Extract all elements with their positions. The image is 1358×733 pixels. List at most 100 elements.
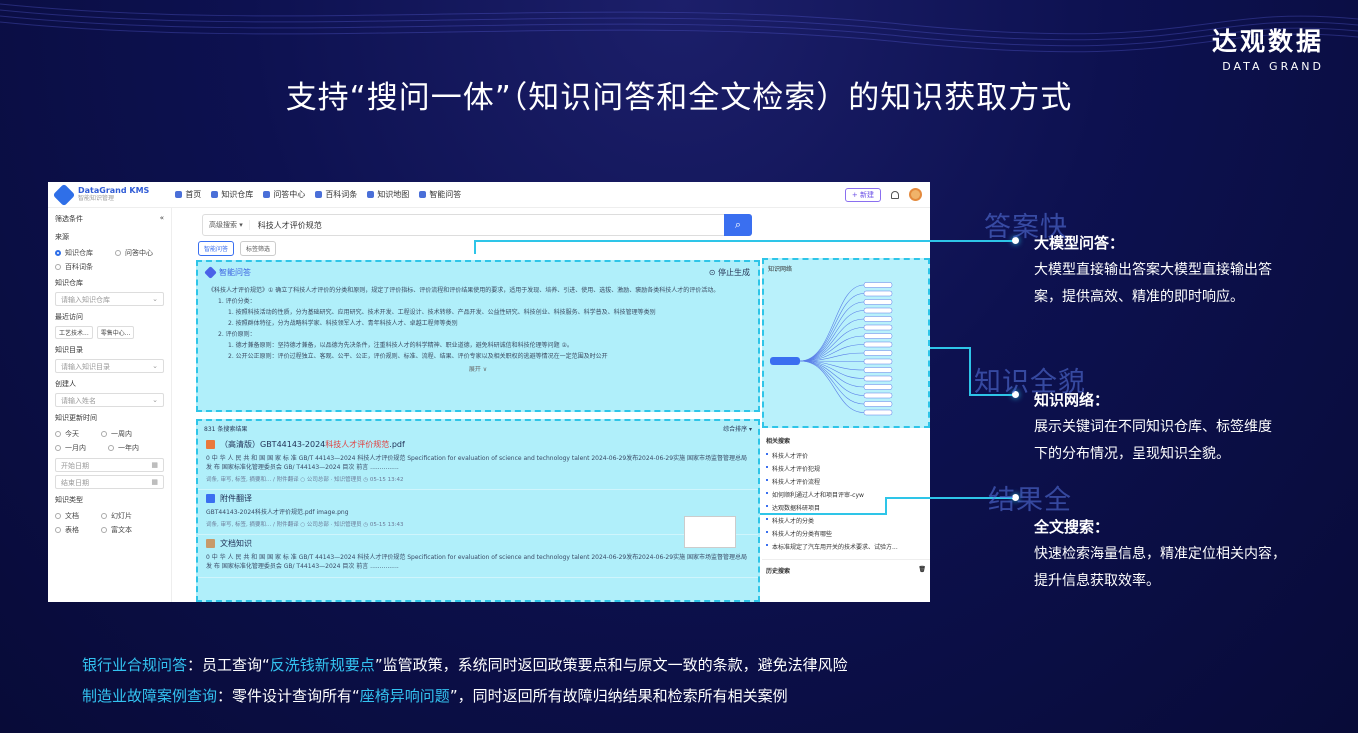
filter-sidebar: 筛选条件 « 来源 知识仓库 问答中心 百科词条 知识仓库 请输入知识仓库 ⌄ 最近…: [48, 208, 172, 602]
related-item[interactable]: 科技人才评价流程: [766, 477, 926, 486]
type-slide[interactable]: 幻灯片: [101, 511, 132, 521]
type-doc[interactable]: 文档: [55, 511, 79, 521]
avatar[interactable]: [909, 188, 922, 201]
connector-line: [885, 497, 887, 515]
knowledge-graph[interactable]: [764, 277, 928, 425]
connector-line: [969, 347, 971, 395]
time-radio-month[interactable]: 一月内: [55, 443, 86, 453]
source-radio-wiki[interactable]: 百科词条: [55, 262, 164, 272]
related-item[interactable]: 科技人才评价: [766, 451, 926, 460]
source-label: 来源: [55, 233, 69, 241]
repo-select[interactable]: 请输入知识仓库 ⌄: [55, 292, 164, 306]
attachment-thumbnail[interactable]: [684, 516, 736, 548]
search-bar[interactable]: 高级搜索 ▾ 科技人才评价规范 ⌕: [202, 214, 752, 236]
end-date-input[interactable]: 结束日期 ▦: [55, 475, 164, 489]
graph-node: [863, 375, 893, 382]
graph-node: [863, 290, 893, 297]
feature-desc: 展示关键词在不同知识仓库、标签维度 下的分布情况，呈现知识全貌。: [1034, 419, 1272, 462]
result-item[interactable]: （高清版）GBT44143-2024 科技人才评价规范 .pdf 0 中 华 人 民…: [198, 436, 758, 490]
qa-p1b: 2. 按照群体特征，分为战略科学家、科技领军人才、青年科技人才、卓越工程师等类别: [228, 320, 458, 327]
connector-line: [930, 347, 970, 349]
stop-generate-button[interactable]: ⊙ 停止生成: [709, 267, 750, 278]
bell-icon[interactable]: [891, 190, 899, 199]
graph-node: [863, 358, 893, 365]
time-radio-today[interactable]: 今天: [55, 429, 79, 439]
related-item[interactable]: 科技人才的分类有哪些: [766, 529, 926, 538]
knowledge-graph-panel: 知识网络: [762, 258, 930, 428]
nav-home[interactable]: 首页: [175, 189, 201, 200]
app-logo[interactable]: DataGrand KMS 智能知识管理: [78, 186, 149, 203]
dir-select[interactable]: 请输入知识目录 ⌄: [55, 359, 164, 373]
graph-node: [863, 299, 893, 305]
graph-edge: [799, 360, 865, 396]
result-item[interactable]: 文档知识 0 中 华 人 民 共 和 国 国 家 标 准 GB/T 44143—…: [198, 535, 758, 578]
attachment-icon: [206, 494, 215, 503]
creator-select[interactable]: 请输入姓名 ⌄: [55, 393, 164, 407]
result-item[interactable]: 附件翻译 GBT44143-2024科技人才评价规范.pdf image.png…: [198, 490, 758, 535]
history-title: 历史搜索: [766, 568, 791, 575]
doc-icon: [206, 539, 215, 548]
recent-chip[interactable]: 零售中心...: [96, 326, 135, 339]
source-radio-repo[interactable]: 知识仓库: [55, 248, 93, 258]
graph-node: [863, 341, 893, 348]
graph-node: [863, 282, 893, 288]
tab-tag-filter[interactable]: 标签筛选: [240, 241, 277, 256]
recent-chip[interactable]: 工艺技术...: [55, 326, 93, 339]
result-count: 831 条搜索结果: [204, 426, 248, 433]
time-radio-year[interactable]: 一年内: [108, 443, 139, 453]
sort-dropdown[interactable]: 综合排序 ▾: [723, 424, 752, 433]
nav-qa-center[interactable]: 问答中心: [263, 189, 305, 200]
qa-p2a: 1. 德才兼备原则：坚持德才兼备，以品德为先决条件，注重科技人才的科学精神、职业…: [228, 342, 573, 349]
graph-node: [863, 409, 893, 416]
creator-label: 创建人: [55, 380, 76, 388]
related-title: 相关搜索: [766, 438, 791, 445]
type-label: 知识类型: [55, 496, 83, 504]
connector-line: [474, 240, 1016, 242]
search-input[interactable]: 科技人才评价规范: [250, 220, 322, 231]
graph-node: [863, 392, 893, 399]
nav-wiki[interactable]: 百科词条: [315, 189, 357, 200]
tab-smart-qa[interactable]: 智能问答: [198, 241, 235, 256]
time-label: 知识更新时间: [55, 414, 97, 422]
main-area: 高级搜索 ▾ 科技人才评价规范 ⌕ 智能问答 标签筛选 智能问答 ⊙ 停止生成 …: [172, 208, 930, 602]
graph-node: [863, 384, 893, 390]
type-richtext[interactable]: 富文本: [101, 525, 132, 535]
new-button[interactable]: + 新建: [844, 187, 881, 202]
related-item[interactable]: 科技人才的分类: [766, 516, 926, 525]
qa-p1: 1. 评价分类：: [218, 298, 256, 305]
feature-ghost-text: 结果全: [988, 485, 1072, 516]
slide-title: 支持“搜问一体”（知识问答和全文检索）的知识获取方式: [285, 80, 1073, 116]
nav-repo[interactable]: 知识仓库: [211, 189, 253, 200]
collapse-icon[interactable]: «: [160, 214, 164, 224]
time-radio-week[interactable]: 一周内: [101, 429, 132, 439]
use-case-bank: 银行业合规问答：员工查询“反洗钱新规要点”监管政策，系统同时返回政策要点和与原文…: [82, 656, 848, 674]
related-item[interactable]: 达观数据科研项目: [766, 503, 926, 512]
start-date-input[interactable]: 开始日期 ▦: [55, 458, 164, 472]
related-search-panel: 相关搜索 科技人才评价 科技人才评价犯规 科技人才评价流程 如何顺利通过人才和项…: [762, 432, 930, 581]
repo-label: 知识仓库: [55, 279, 83, 287]
recent-label: 最近访问: [55, 313, 83, 321]
ai-icon: [204, 266, 217, 279]
graph-edge: [799, 327, 865, 362]
trash-icon[interactable]: 🗑: [918, 566, 926, 575]
decorative-waves: [0, 3, 1358, 53]
related-item[interactable]: 本标准规定了汽车用开关的技术要求、试验方...: [766, 542, 926, 551]
search-mode-dropdown[interactable]: 高级搜索 ▾: [203, 220, 250, 230]
search-results-panel: 831 条搜索结果 综合排序 ▾ （高清版）GBT44143-2024 科技人才评…: [196, 419, 760, 602]
feature-desc: 快速检索海量信息，精准定位相关内容， 提升信息获取效率。: [1034, 546, 1286, 589]
qa-title: 智能问答: [219, 268, 251, 277]
expand-button[interactable]: 展开 ∨: [208, 364, 748, 375]
graph-node: [863, 324, 893, 331]
related-item[interactable]: 科技人才评价犯规: [766, 464, 926, 473]
graph-node: [863, 367, 893, 373]
brand-logo: 达观数据 DATA GRAND: [1212, 22, 1324, 73]
search-button[interactable]: ⌕: [724, 214, 752, 236]
nav-smart-qa[interactable]: 智能问答: [419, 189, 461, 200]
feature-title: 知识网络：: [1034, 391, 1110, 409]
graph-node: [863, 401, 893, 407]
nav-map[interactable]: 知识地图: [367, 189, 409, 200]
type-sheet[interactable]: 表格: [55, 525, 79, 535]
source-radio-qa[interactable]: 问答中心: [115, 248, 153, 258]
feature-title: 大模型问答：: [1034, 234, 1125, 252]
feature-desc: 大模型直接输出答案大模型直接输出答 案，提供高效、精准的即时响应。: [1034, 262, 1272, 305]
